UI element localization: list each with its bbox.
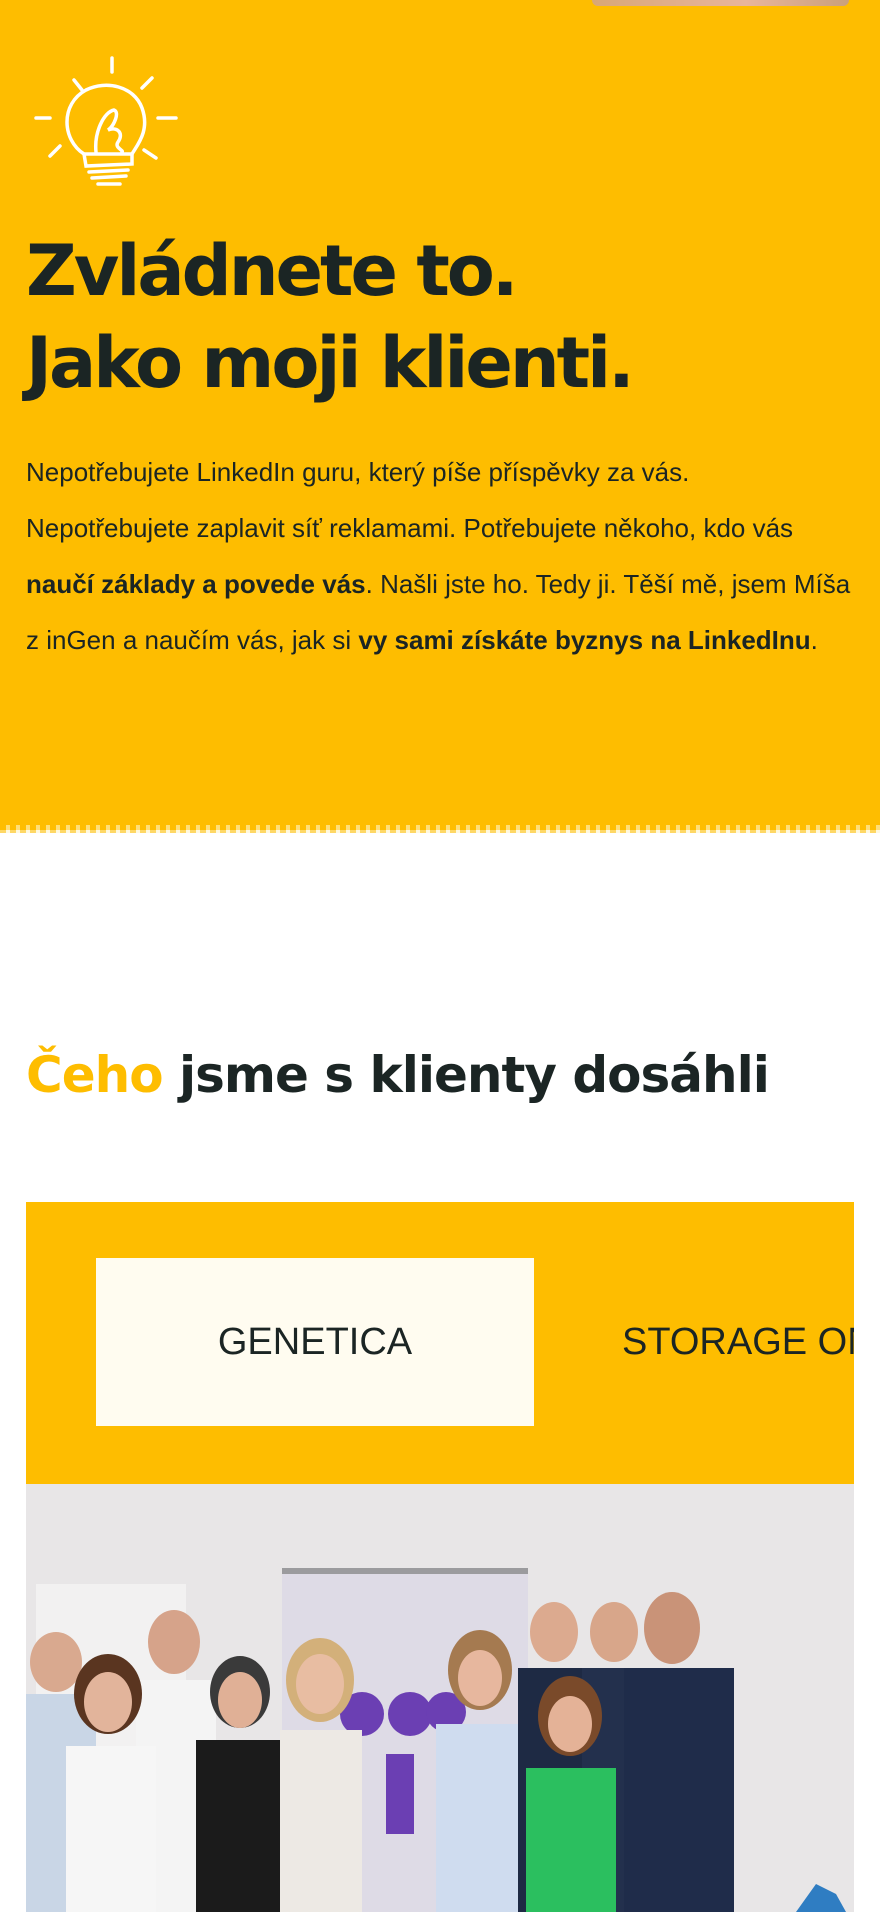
case-tabs: GENETICA STORAGE ON xyxy=(26,1202,854,1484)
hero-title: Zvládnete to. Jako moji klienti. xyxy=(26,225,846,409)
tab-storage-on[interactable]: STORAGE ON xyxy=(622,1258,854,1426)
hero-text-bold2: vy sami získáte byznys na LinkedInu xyxy=(358,625,811,655)
hero-title-line1: Zvládnete to. xyxy=(26,230,519,312)
hero-text-bold1: naučí základy a povede vás xyxy=(26,569,366,599)
lightbulb-icon xyxy=(34,56,178,186)
results-title-accent: Čeho xyxy=(26,1046,164,1104)
tab-genetica[interactable]: GENETICA xyxy=(96,1258,534,1426)
team-photo xyxy=(26,1484,854,1912)
hero-title-line2: Jako moji klienti. xyxy=(26,322,635,404)
results-title-rest: jsme s klienty dosáhli xyxy=(162,1046,770,1104)
hero-photo-edge xyxy=(592,0,849,6)
results-title: Čeho jsme s klienty dosáhli xyxy=(26,1040,866,1110)
hero-text-part1: Nepotřebujete LinkedIn guru, který píše … xyxy=(26,457,794,543)
case-studies-slider: GENETICA STORAGE ON xyxy=(26,1202,854,1912)
section-divider xyxy=(0,825,880,833)
hero-text-part3: . xyxy=(810,625,818,655)
hero-description: Nepotřebujete LinkedIn guru, který píše … xyxy=(26,444,856,668)
hero-section: Zvládnete to. Jako moji klienti. Nepotře… xyxy=(0,0,880,830)
